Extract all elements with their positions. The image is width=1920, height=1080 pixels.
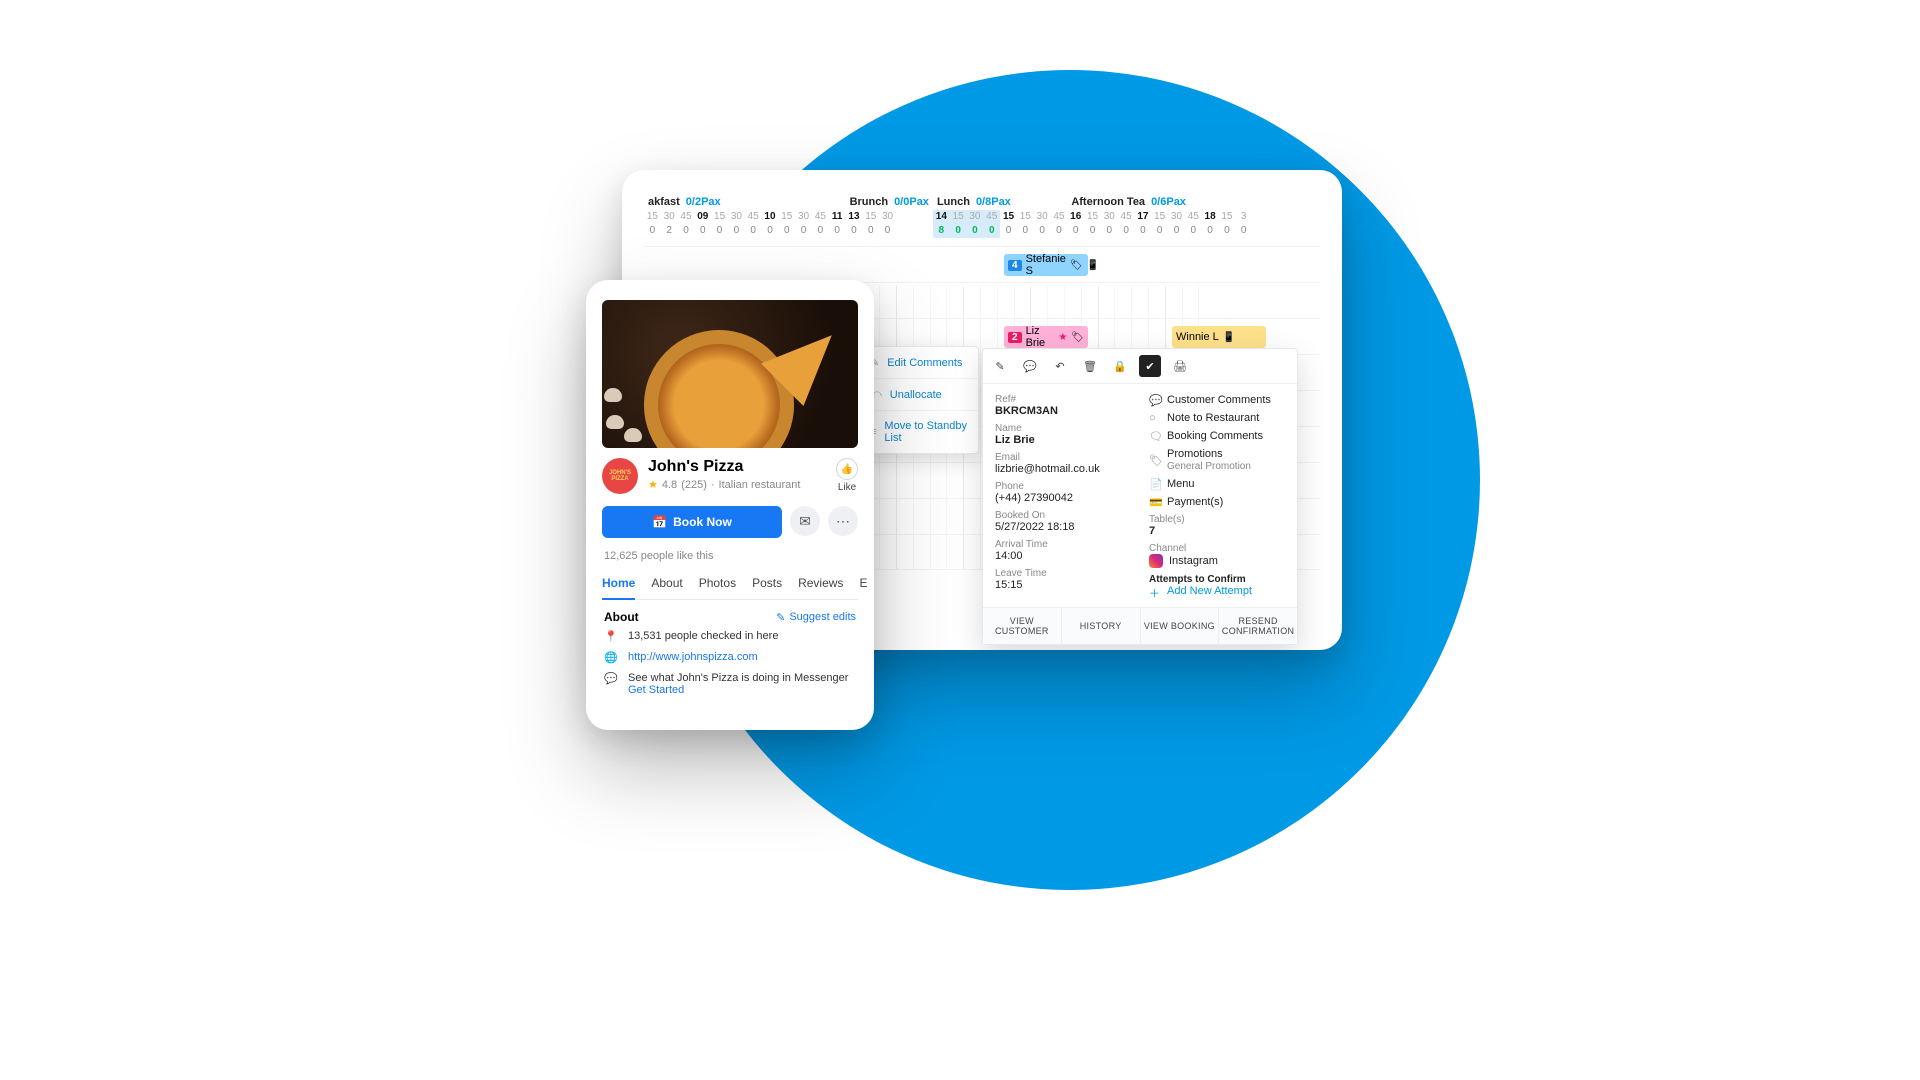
booking-count: 2 (1008, 332, 1022, 343)
lock-icon[interactable]: 🔒 (1109, 355, 1131, 377)
btn-history[interactable]: HISTORY (1061, 608, 1140, 644)
tab-about[interactable]: About (651, 570, 682, 599)
confirm-icon[interactable]: ✔ (1139, 355, 1161, 377)
star-icon: ★ (648, 478, 658, 491)
detail-menu: 📄Menu (1149, 478, 1285, 490)
comment-icon[interactable]: 💬 (1019, 355, 1041, 377)
edit-icon[interactable]: ✎ (989, 355, 1011, 377)
detail-promotions: 🏷PromotionsGeneral Promotion (1149, 448, 1285, 472)
cover-image (602, 300, 858, 448)
instagram-icon (1149, 554, 1163, 568)
btn-view-customer[interactable]: VIEW CUSTOMER (983, 608, 1061, 644)
page-tabs: HomeAboutPhotosPostsReviewsE (602, 570, 858, 600)
book-now-button[interactable]: 📅 Book Now (602, 506, 782, 538)
booking-detail-buttons: VIEW CUSTOMERHISTORYVIEW BOOKINGRESEND C… (983, 607, 1297, 644)
context-menu: ✎Edit Comments⤺Unallocate≡Move to Standb… (859, 346, 979, 454)
facebook-page-card: JOHN'S PIZZA John's Pizza ★ 4.8 (225) · … (586, 280, 874, 730)
suggest-edits-link[interactable]: ✎ Suggest edits (776, 611, 856, 624)
page-meta: ★ 4.8 (225) · Italian restaurant (648, 478, 826, 491)
booking-name: Winnie L (1176, 331, 1219, 343)
detail-booking-comments: 🗨Booking Comments (1149, 430, 1285, 442)
calendar-icon: 📅 (652, 515, 667, 529)
channel-icon: 📱 (1223, 332, 1235, 343)
ctx-unalloc[interactable]: ⤺Unallocate (860, 378, 978, 410)
tag-icon: 🏷 (1071, 332, 1084, 343)
detail-note-to-restaurant: ○Note to Restaurant (1149, 412, 1285, 424)
booking-stefanie[interactable]: 4 Stefanie S 🏷 📱 (1004, 254, 1088, 276)
more-button[interactable]: ⋯ (828, 506, 858, 536)
like-button[interactable]: 👍 Like (836, 458, 858, 493)
likes-count: 12,625 people like this (604, 550, 856, 562)
checkin-line: 📍13,531 people checked in here (604, 630, 856, 643)
booking-count: 4 (1008, 260, 1022, 271)
messenger-button[interactable]: ✉ (790, 506, 820, 536)
page-title: John's Pizza (648, 458, 826, 476)
pencil-icon: ✎ (776, 611, 785, 624)
btn-resend-confirmation[interactable]: RESEND CONFIRMATION (1218, 608, 1297, 644)
scheduler-header: akfast0/2Pax1530450915304510153045110200… (644, 196, 1320, 238)
messenger-icon: 💬 (604, 672, 618, 685)
ctx-edit[interactable]: ✎Edit Comments (860, 347, 978, 378)
booking-name: Liz Brie (1026, 325, 1055, 349)
detail-customer-comments: 💬Customer Comments (1149, 394, 1285, 406)
booking-detail-left: Ref#BKRCM3AN NameLiz Brie Emaillizbrie@h… (995, 394, 1131, 597)
booking-details-popover: ✎ 💬 ↶ 🗑 🔒 ✔ 🖨 Ref#BKRCM3AN NameLiz Brie … (982, 348, 1298, 645)
tab-posts[interactable]: Posts (752, 570, 782, 599)
messenger-line: 💬 See what John's Pizza is doing in Mess… (604, 672, 856, 696)
detail-payment(s): 💳Payment(s) (1149, 496, 1285, 508)
about-heading: About (604, 610, 639, 624)
booking-toolbar: ✎ 💬 ↶ 🗑 🔒 ✔ 🖨 (983, 349, 1297, 384)
btn-view-booking[interactable]: VIEW BOOKING (1140, 608, 1219, 644)
get-started-link[interactable]: Get Started (628, 684, 684, 696)
tab-home[interactable]: Home (602, 570, 635, 600)
tab-e[interactable]: E (859, 570, 867, 599)
thumb-icon: 👍 (836, 458, 858, 480)
website-line[interactable]: 🌐http://www.johnspizza.com (604, 651, 856, 664)
location-icon: 📍 (604, 630, 618, 643)
table-row[interactable]: 4 Stefanie S 🏷 📱 (644, 246, 1320, 282)
print-icon[interactable]: 🖨 (1169, 355, 1191, 377)
booking-detail-right: 💬Customer Comments ○Note to Restaurant 🗨Bo… (1149, 394, 1285, 597)
business-logo[interactable]: JOHN'S PIZZA (602, 458, 638, 494)
booking-liz[interactable]: 2 Liz Brie ★ 🏷 (1004, 326, 1088, 348)
booking-winnie[interactable]: Winnie L 📱 (1172, 326, 1266, 348)
globe-icon: 🌐 (604, 651, 618, 664)
tag-icon: 🏷 (1070, 260, 1083, 271)
star-icon: ★ (1058, 332, 1067, 343)
add-attempt-link[interactable]: ＋Add New Attempt (1149, 585, 1285, 597)
booking-name: Stefanie S (1026, 253, 1066, 277)
tab-reviews[interactable]: Reviews (798, 570, 843, 599)
delete-icon[interactable]: 🗑 (1079, 355, 1101, 377)
ctx-standby[interactable]: ≡Move to Standby List (860, 410, 978, 453)
tab-photos[interactable]: Photos (699, 570, 736, 599)
channel-icon: 📱 (1087, 260, 1099, 271)
undo-icon[interactable]: ↶ (1049, 355, 1071, 377)
